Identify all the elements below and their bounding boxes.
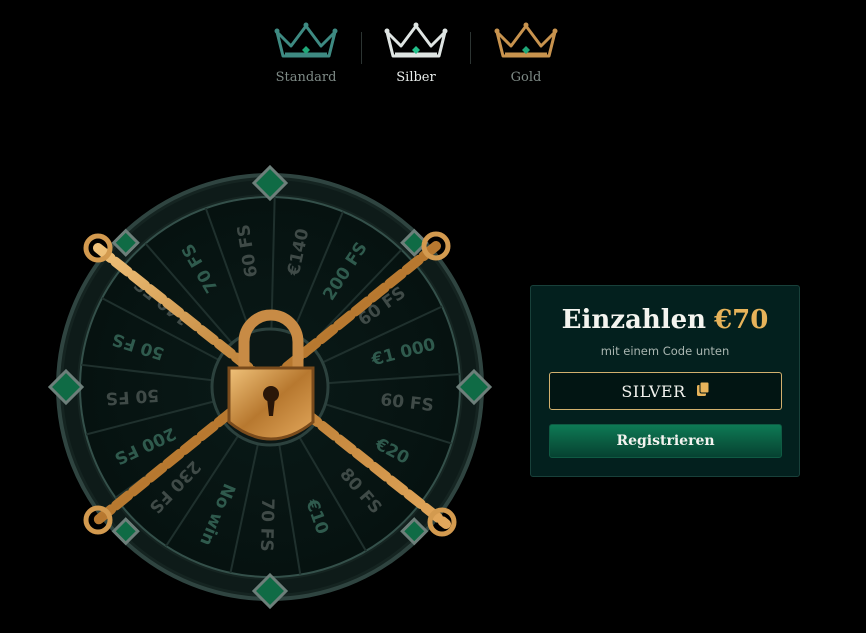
tier-standard[interactable]: Standard bbox=[256, 18, 356, 85]
fortune-wheel: €140 200 FS60 FS€1 00060 FS€2080 FS€1070 … bbox=[47, 164, 493, 610]
tier-gold[interactable]: Gold bbox=[476, 18, 576, 85]
tier-label: Standard bbox=[275, 70, 337, 85]
offer-amount: €70 bbox=[714, 305, 769, 335]
tier-label: Silber bbox=[396, 70, 436, 85]
crown-icon bbox=[494, 22, 558, 58]
promo-code-copy-button[interactable]: SILVER bbox=[549, 372, 782, 410]
tier-label: Gold bbox=[510, 70, 542, 85]
tier-selector: Standard Silber Gold bbox=[0, 0, 866, 110]
crown-icon bbox=[384, 22, 448, 58]
copy-icon bbox=[696, 381, 710, 401]
deposit-offer-card: Einzahlen €70 mit einem Code unten SILVER… bbox=[530, 285, 800, 477]
offer-subtitle: mit einem Code unten bbox=[600, 344, 730, 358]
divider bbox=[470, 32, 471, 64]
offer-title: Einzahlen €70 bbox=[531, 304, 799, 336]
wheel-segment-label: 70 FS bbox=[256, 498, 277, 552]
divider bbox=[361, 32, 362, 64]
wheel-segment-label: 50 FS bbox=[105, 385, 160, 409]
register-button[interactable]: Registrieren bbox=[549, 424, 782, 458]
crown-icon bbox=[274, 22, 338, 58]
tier-silber[interactable]: Silber bbox=[366, 18, 466, 85]
promo-code: SILVER bbox=[621, 381, 686, 401]
offer-title-text: Einzahlen bbox=[561, 305, 707, 335]
